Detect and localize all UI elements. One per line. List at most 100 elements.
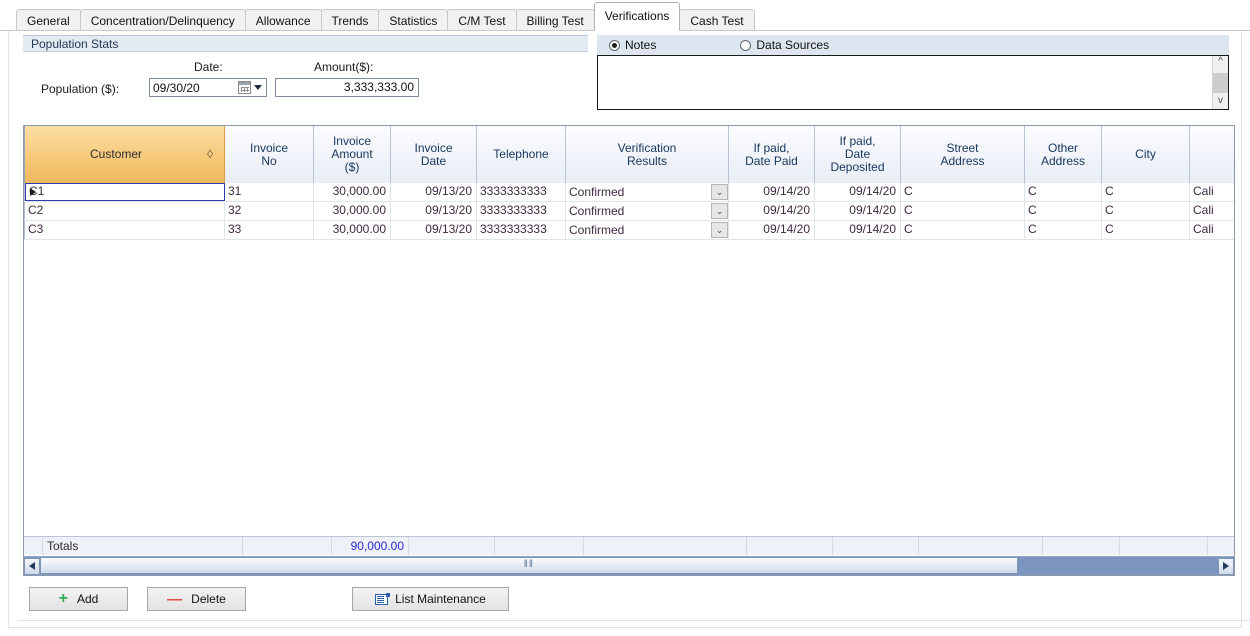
cell-invoice_date[interactable]: 09/13/20	[391, 183, 477, 201]
cell-city[interactable]: C	[1102, 221, 1190, 239]
cell-invoice_no[interactable]: 32	[225, 202, 314, 220]
cell-verification_results[interactable]: Confirmed⌄	[566, 202, 729, 220]
cell-telephone[interactable]: 3333333333	[477, 221, 566, 239]
grid-header-if_paid_date_paid[interactable]: If paid, Date Paid	[729, 126, 815, 183]
date-label: Date:	[194, 60, 223, 74]
cell-if_paid_date_paid[interactable]: 09/14/20	[729, 221, 815, 239]
chevron-down-icon[interactable]: ⌄	[711, 184, 728, 200]
table-row[interactable]: C33330,000.0009/13/203333333333Confirmed…	[24, 221, 1234, 240]
cell-if_paid_date_deposited[interactable]: 09/14/20	[815, 202, 901, 220]
radio-notes[interactable]: Notes	[609, 38, 656, 52]
row-selector[interactable]	[24, 183, 25, 201]
cell-invoice_amount[interactable]: 30,000.00	[314, 183, 391, 201]
cell-verification_results-text: Confirmed	[569, 222, 711, 239]
date-value[interactable]: 09/30/20	[150, 81, 238, 95]
notes-panel-header: Notes Data Sources	[597, 35, 1229, 56]
delete-button-label: Delete	[191, 592, 226, 606]
cell-if_paid_date_deposited[interactable]: 09/14/20	[815, 183, 901, 201]
cell-invoice_no[interactable]: 31	[225, 183, 314, 201]
chevron-up-icon[interactable]: ^	[1218, 56, 1223, 70]
tab-strip: GeneralConcentration/DelinquencyAllowanc…	[0, 0, 1250, 31]
radio-notes-dot	[609, 40, 620, 51]
totals-customer: Totals	[43, 537, 243, 555]
grid-body: C13130,000.0009/13/203333333333Confirmed…	[24, 183, 1234, 540]
cell-customer[interactable]: C1	[25, 183, 225, 201]
cell-telephone[interactable]: 3333333333	[477, 183, 566, 201]
cell-customer[interactable]: C3	[25, 221, 225, 239]
row-selector[interactable]	[24, 202, 25, 220]
grid-header-other_address[interactable]: Other Address	[1025, 126, 1102, 183]
calendar-icon[interactable]	[238, 81, 251, 94]
cell-street_address[interactable]: C	[901, 221, 1025, 239]
triangle-left-icon[interactable]	[24, 558, 40, 575]
table-row[interactable]: C13130,000.0009/13/203333333333Confirmed…	[24, 183, 1234, 202]
hscroll-grip: ‖‖	[524, 560, 534, 570]
grid-header-invoice_date[interactable]: Invoice Date	[391, 126, 477, 183]
notes-textarea[interactable]	[598, 56, 1212, 109]
cell-if_paid_date_paid[interactable]: 09/14/20	[729, 202, 815, 220]
population-stats-title: Population Stats	[23, 35, 588, 52]
table-row[interactable]: C23230,000.0009/13/203333333333Confirmed…	[24, 202, 1234, 221]
grid-header-if_paid_date_deposited[interactable]: If paid, Date Deposited	[815, 126, 901, 183]
radio-data-sources-dot	[740, 40, 751, 51]
chevron-down-icon[interactable]	[254, 85, 262, 90]
grid-header-invoice_amount[interactable]: Invoice Amount ($)	[314, 126, 391, 183]
grid-header-customer[interactable]: Customer◊	[25, 126, 225, 183]
amount-input[interactable]: 3,333,333.00	[275, 78, 419, 97]
cell-if_paid_date_deposited[interactable]: 09/14/20	[815, 221, 901, 239]
radio-data-sources[interactable]: Data Sources	[740, 38, 829, 52]
chevron-down-icon[interactable]: v	[1218, 95, 1223, 109]
grid-horizontal-scrollbar[interactable]: ‖‖	[24, 556, 1234, 575]
grid-header-street_address[interactable]: Street Address	[901, 126, 1025, 183]
notes-vertical-scrollbar[interactable]: ^ v	[1212, 56, 1228, 109]
hscroll-track[interactable]: ‖‖	[40, 557, 1218, 576]
cell-verification_results-text: Confirmed	[569, 203, 711, 220]
triangle-right-icon[interactable]	[1218, 558, 1234, 575]
grid-header-state[interactable]	[1190, 126, 1235, 183]
hscroll-thumb[interactable]: ‖‖	[40, 557, 1018, 574]
page-body: Population Stats Date: Amount($): Popula…	[0, 31, 1250, 636]
cell-telephone[interactable]: 3333333333	[477, 202, 566, 220]
cell-city[interactable]: C	[1102, 183, 1190, 201]
list-maintenance-button[interactable]: List Maintenance	[352, 587, 509, 611]
date-picker[interactable]: 09/30/20	[149, 78, 267, 97]
chevron-down-icon[interactable]: ⌄	[711, 222, 728, 238]
cell-verification_results[interactable]: Confirmed⌄	[566, 183, 729, 201]
grid-header-invoice_no[interactable]: Invoice No	[225, 126, 314, 183]
cell-other_address[interactable]: C	[1025, 183, 1102, 201]
grid-header-if_paid_date_deposited-label: If paid, Date Deposited	[830, 135, 884, 174]
amount-label: Amount($):	[314, 60, 373, 74]
cell-other_address[interactable]: C	[1025, 221, 1102, 239]
grid-header-city[interactable]: City	[1102, 126, 1190, 183]
cell-state[interactable]: Cali	[1190, 202, 1235, 220]
chevron-down-icon[interactable]: ⌄	[711, 203, 728, 219]
grid-header-verification_results[interactable]: Verification Results	[566, 126, 729, 183]
cell-invoice_date[interactable]: 09/13/20	[391, 221, 477, 239]
radio-notes-label: Notes	[625, 38, 656, 52]
cell-invoice_no[interactable]: 33	[225, 221, 314, 239]
radio-data-sources-label: Data Sources	[756, 38, 829, 52]
totals-if_paid_date_paid	[747, 537, 833, 555]
tab-verifications[interactable]: Verifications	[594, 2, 681, 31]
cell-invoice_amount[interactable]: 30,000.00	[314, 202, 391, 220]
cell-state[interactable]: Cali	[1190, 221, 1235, 239]
grid-header-other_address-label: Other Address	[1041, 142, 1085, 168]
tab-list: GeneralConcentration/DelinquencyAllowanc…	[16, 4, 754, 31]
delete-button[interactable]: — Delete	[147, 587, 246, 611]
cell-if_paid_date_paid[interactable]: 09/14/20	[729, 183, 815, 201]
cell-street_address[interactable]: C	[901, 202, 1025, 220]
cell-other_address[interactable]: C	[1025, 202, 1102, 220]
cell-invoice_date[interactable]: 09/13/20	[391, 202, 477, 220]
row-selector[interactable]	[24, 221, 25, 239]
grid-header-if_paid_date_paid-label: If paid, Date Paid	[745, 142, 798, 168]
plus-icon: +	[59, 591, 68, 607]
cell-city[interactable]: C	[1102, 202, 1190, 220]
add-button[interactable]: + Add	[29, 587, 128, 611]
grid-header-telephone[interactable]: Telephone	[477, 126, 566, 183]
cell-state[interactable]: Cali	[1190, 183, 1235, 201]
cell-street_address[interactable]: C	[901, 183, 1025, 201]
cell-invoice_amount[interactable]: 30,000.00	[314, 221, 391, 239]
notes-scroll-thumb[interactable]	[1213, 73, 1228, 93]
cell-customer[interactable]: C2	[25, 202, 225, 220]
cell-verification_results[interactable]: Confirmed⌄	[566, 221, 729, 239]
